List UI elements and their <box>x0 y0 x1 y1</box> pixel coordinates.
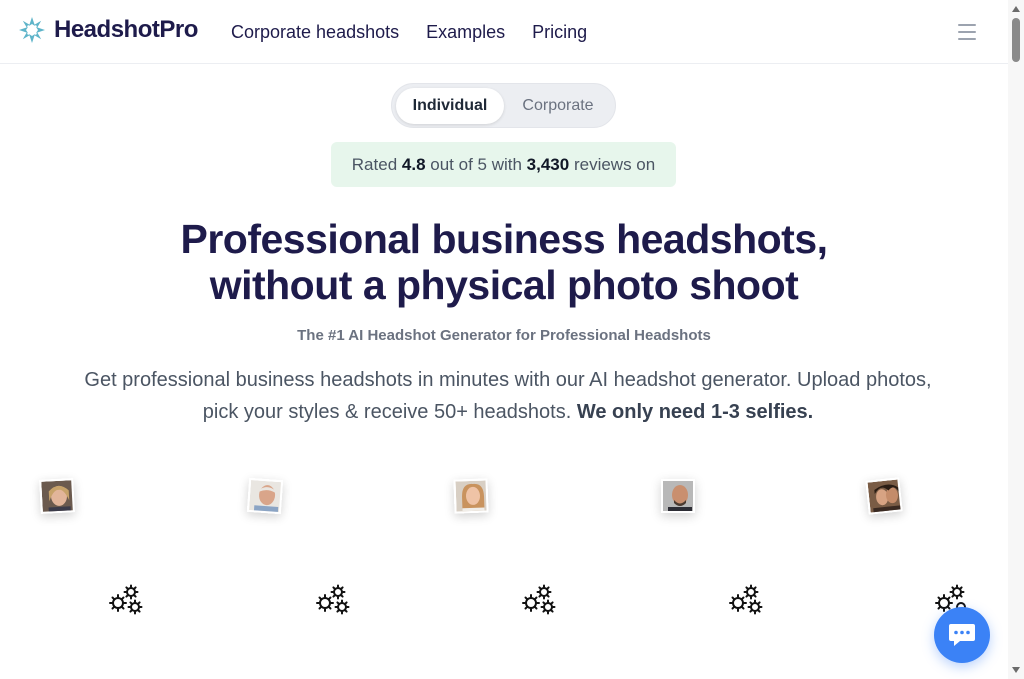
hero-title: Professional business headshots, without… <box>0 216 1008 308</box>
brand-name: HeadshotPro <box>54 16 198 43</box>
scroll-down-arrow-icon[interactable] <box>1012 667 1020 673</box>
headshotpro-logo-icon <box>19 17 45 43</box>
gears-loading-icon <box>522 584 556 615</box>
toggle-individual[interactable]: Individual <box>396 88 504 124</box>
headshot-thumbnail <box>661 479 695 513</box>
nav-link-corporate-headshots[interactable]: Corporate headshots <box>231 22 399 43</box>
main-nav: Corporate headshots Examples Pricing <box>231 22 587 43</box>
plan-type-toggle: Individual Corporate <box>391 83 616 128</box>
hero-subtitle: The #1 AI Headshot Generator for Profess… <box>297 327 711 344</box>
toggle-corporate[interactable]: Corporate <box>506 88 610 124</box>
chat-widget-button[interactable] <box>934 607 990 663</box>
rating-suffix: reviews on <box>573 154 656 174</box>
hamburger-menu-icon[interactable] <box>958 24 976 40</box>
rating-banner: Rated 4.8 out of 5 with 3,430 reviews on <box>331 142 676 187</box>
hero-title-line2: without a physical photo shoot <box>209 262 799 308</box>
hero-title-line1: Professional business headshots, <box>180 216 828 262</box>
rating-score: 4.8 <box>401 154 426 174</box>
headshot-thumbnail <box>246 477 284 515</box>
hero-description-bold: We only need 1-3 selfies. <box>576 401 814 423</box>
nav-link-examples[interactable]: Examples <box>426 22 505 43</box>
chat-bubble-icon <box>949 624 975 646</box>
brand-logo[interactable]: HeadshotPro <box>18 16 198 44</box>
gears-loading-icon <box>316 584 350 615</box>
scroll-thumb[interactable] <box>1012 18 1020 62</box>
site-header: HeadshotPro Corporate headshots Examples… <box>0 0 1008 64</box>
gears-loading-icon <box>729 584 763 615</box>
page-scrollbar[interactable] <box>1008 0 1024 679</box>
rating-count: 3,430 <box>526 154 570 174</box>
nav-link-pricing[interactable]: Pricing <box>532 22 587 43</box>
gears-loading-icon <box>109 584 143 615</box>
headshot-thumbnail <box>453 478 489 514</box>
headshot-thumbnail <box>39 478 75 514</box>
headshot-thumbnail <box>865 477 903 515</box>
rating-middle: out of 5 with <box>430 154 522 174</box>
rating-prefix: Rated <box>351 154 398 174</box>
scroll-up-arrow-icon[interactable] <box>1012 6 1020 12</box>
hero-description: Get professional business headshots in m… <box>80 364 936 428</box>
